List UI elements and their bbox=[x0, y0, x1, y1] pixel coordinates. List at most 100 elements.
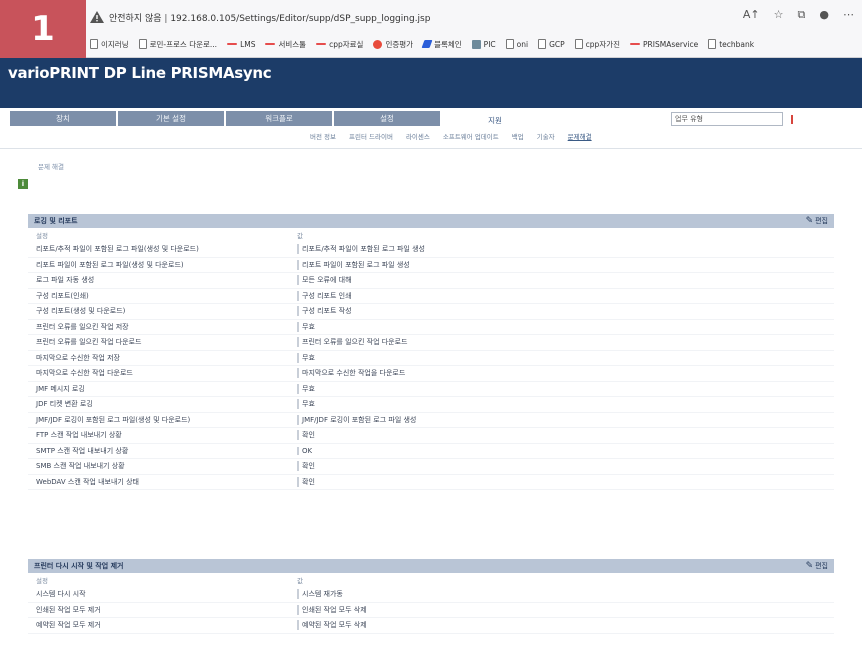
edit-button[interactable]: ✎ 편집 bbox=[806, 216, 828, 226]
table-row: 리포트/추적 파일이 포함된 로그 파일(생성 및 다운로드) 리포트/추적 파일… bbox=[28, 242, 834, 258]
grid-icon bbox=[471, 39, 481, 49]
table-row: SMTP 스캔 작업 내보내기 상황 OK bbox=[28, 444, 834, 459]
operator-label: 키 오퍼레이터 bbox=[796, 115, 837, 123]
bookmark-label: techbank bbox=[719, 39, 755, 49]
table-row: 인쇄된 작업 모두 제거 인쇄된 작업 모두 삭제 bbox=[28, 603, 834, 618]
bookmark-item[interactable]: GCP bbox=[538, 39, 565, 49]
table-row: 프린터 오류를 일으킨 작업 다운로드 프린터 오류를 일으킨 작업 다운로드 bbox=[28, 335, 834, 351]
bookmark-item[interactable]: oni bbox=[505, 39, 529, 49]
setting-value: 리포트 파일이 포함된 로그 파일 생성 bbox=[297, 259, 410, 270]
setting-value: 구성 리포트 인쇄 bbox=[297, 290, 352, 301]
bookmark-item[interactable]: 로민-프로스 다운로... bbox=[138, 39, 218, 50]
setting-name: 리포트/추적 파일이 포함된 로그 파일(생성 및 다운로드) bbox=[36, 245, 199, 254]
pencil-icon: ✎ bbox=[805, 216, 814, 226]
edit-button[interactable]: ✎ 편집 bbox=[806, 561, 828, 571]
bookmark-label: 블록체인 bbox=[434, 39, 462, 49]
bookmark-label: oni bbox=[516, 39, 529, 49]
tab-configuration[interactable]: 설정 bbox=[334, 111, 440, 126]
setting-name: 구성 리포트(인쇄) bbox=[36, 291, 89, 300]
bookmark-item[interactable]: cpp자가진 bbox=[574, 39, 621, 50]
setting-value: 프린터 오류를 일으킨 작업 다운로드 bbox=[297, 337, 408, 348]
setting-name: SMTP 스캔 작업 내보내기 상황 bbox=[36, 446, 129, 455]
warning-icon bbox=[90, 11, 104, 23]
divider bbox=[0, 148, 862, 149]
setting-value: 무효 bbox=[297, 321, 315, 332]
setting-value: 확인 bbox=[297, 476, 315, 487]
bookmark-label: 로민-프로스 다운로... bbox=[149, 39, 218, 49]
restart-section: 프린터 다시 시작 및 작업 제거 ✎ 편집 설정 값 시스템 다시 시작 시스템 … bbox=[28, 559, 834, 634]
info-icon[interactable]: i bbox=[18, 179, 28, 189]
tab-device[interactable]: 장치 bbox=[10, 111, 116, 126]
tab-preferences[interactable]: 기본 설정 bbox=[118, 111, 224, 126]
col-setting: 설정 bbox=[36, 232, 48, 240]
subnav-item[interactable]: 기술자 bbox=[537, 131, 555, 141]
dash-icon bbox=[265, 43, 276, 45]
profile-icon[interactable]: ● bbox=[819, 8, 829, 22]
help-link[interactable]: 문제 해결 bbox=[38, 161, 64, 171]
setting-name: SMB 스캔 작업 내보내기 상황 bbox=[36, 462, 125, 471]
table-row: SMB 스캔 작업 내보내기 상황 확인 bbox=[28, 459, 834, 475]
c-icon bbox=[373, 39, 383, 49]
col-setting: 설정 bbox=[36, 577, 48, 585]
bookmark-label: PRISMAservice bbox=[643, 39, 699, 49]
bookmark-label: 서비스툴 bbox=[278, 39, 307, 49]
setting-value: 마지막으로 수신한 작업을 다운로드 bbox=[297, 368, 405, 379]
table-row: FTP 스캔 작업 내보내기 상황 확인 bbox=[28, 428, 834, 444]
table-row: JMF 메시지 로깅 무효 bbox=[28, 382, 834, 397]
bookmark-item[interactable]: PIC bbox=[471, 39, 496, 49]
dash-icon bbox=[227, 43, 238, 45]
bookmark-item[interactable]: 서비스툴 bbox=[265, 39, 306, 50]
subnav-item[interactable]: 프린터 드라이버 bbox=[349, 131, 393, 141]
logging-section: 로깅 및 리포트 ✎ 편집 설정 값 리포트/추적 파일이 포함된 로그 파일(생… bbox=[28, 214, 834, 490]
bookmark-item[interactable]: 이지러닝 bbox=[90, 39, 129, 50]
operator-menu[interactable]: 키 오퍼레이터 bbox=[791, 114, 837, 124]
subnav-item[interactable]: 소프트웨어 업데이트 bbox=[443, 131, 499, 141]
setting-value: 예약된 작업 모두 삭제 bbox=[297, 620, 367, 631]
pencil-icon: ✎ bbox=[805, 561, 814, 571]
browser-icons: A↑ ☆ ⧉ ● ⋯ bbox=[743, 8, 854, 22]
setting-value: JMF/JDF 로깅이 포함된 로그 파일 생성 bbox=[297, 414, 416, 425]
bookmark-item[interactable]: techbank bbox=[708, 39, 754, 49]
setting-value: OK bbox=[297, 446, 312, 455]
bookmark-label: cpp자가진 bbox=[585, 39, 621, 49]
section-header: 로깅 및 리포트 ✎ 편집 bbox=[28, 214, 834, 228]
table-row: 프린터 오류를 일으킨 작업 저장 무효 bbox=[28, 320, 834, 335]
collections-icon[interactable]: ⧉ bbox=[798, 8, 806, 22]
setting-name: 시스템 다시 시작 bbox=[36, 590, 86, 599]
setting-value: 시스템 재가동 bbox=[297, 589, 343, 600]
bookmark-item[interactable]: cpp자료실 bbox=[316, 39, 363, 50]
table-row: 예약된 작업 모두 제거 예약된 작업 모두 삭제 bbox=[28, 618, 834, 634]
bookmark-label: cpp자료실 bbox=[329, 39, 364, 49]
subnav-item[interactable]: 버전 정보 bbox=[310, 131, 336, 141]
bookmark-item[interactable]: PRISMAservice bbox=[630, 40, 698, 49]
page-icon bbox=[90, 39, 98, 49]
section-title: 프린터 다시 시작 및 작업 제거 bbox=[34, 562, 124, 570]
setting-name: JMF 메시지 로깅 bbox=[36, 384, 85, 393]
bookmark-label: LMS bbox=[240, 39, 256, 49]
subnav-item[interactable]: 라이센스 bbox=[406, 131, 430, 141]
table-row: 로그 파일 자동 생성 모든 오류에 대해 bbox=[28, 273, 834, 289]
tab-workflow[interactable]: 워크플로 bbox=[226, 111, 332, 126]
address-bar[interactable]: 안전하지 않음 | 192.168.0.105/Settings/Editor/… bbox=[90, 6, 850, 28]
reader-icon[interactable]: A↑ bbox=[743, 8, 760, 22]
bookmark-item[interactable]: 인증평가 bbox=[373, 39, 413, 50]
bookmark-item[interactable]: 블록체인 bbox=[421, 39, 462, 50]
favorite-icon[interactable]: ☆ bbox=[774, 8, 784, 22]
setting-name: FTP 스캔 작업 내보내기 상황 bbox=[36, 431, 122, 440]
bookmark-item[interactable]: LMS bbox=[227, 40, 255, 49]
tab-support[interactable]: 지원 bbox=[442, 111, 548, 129]
setting-name: JDF 티켓 변환 로깅 bbox=[36, 400, 93, 409]
setting-value: 확인 bbox=[297, 461, 315, 472]
subnav-item[interactable]: 백업 bbox=[512, 131, 524, 141]
more-icon[interactable]: ⋯ bbox=[843, 8, 854, 22]
url-text[interactable]: 192.168.0.105/Settings/Editor/supp/dSP_s… bbox=[170, 14, 430, 24]
setting-value: 무효 bbox=[297, 399, 315, 410]
table-row: 시스템 다시 시작 시스템 재가동 bbox=[28, 587, 834, 603]
setting-value: 무효 bbox=[297, 383, 315, 394]
setting-value: 리포트/추적 파일이 포함된 로그 파일 생성 bbox=[297, 244, 425, 255]
table-row: 마지막으로 수신한 작업 다운로드 마지막으로 수신한 작업을 다운로드 bbox=[28, 366, 834, 382]
column-header: 설정 값 bbox=[28, 228, 834, 242]
job-type-search[interactable]: 업무 유형 bbox=[671, 112, 783, 126]
setting-name: 프린터 오류를 일으킨 작업 저장 bbox=[36, 322, 129, 331]
subnav-item[interactable]: 문제해결 bbox=[568, 131, 592, 141]
